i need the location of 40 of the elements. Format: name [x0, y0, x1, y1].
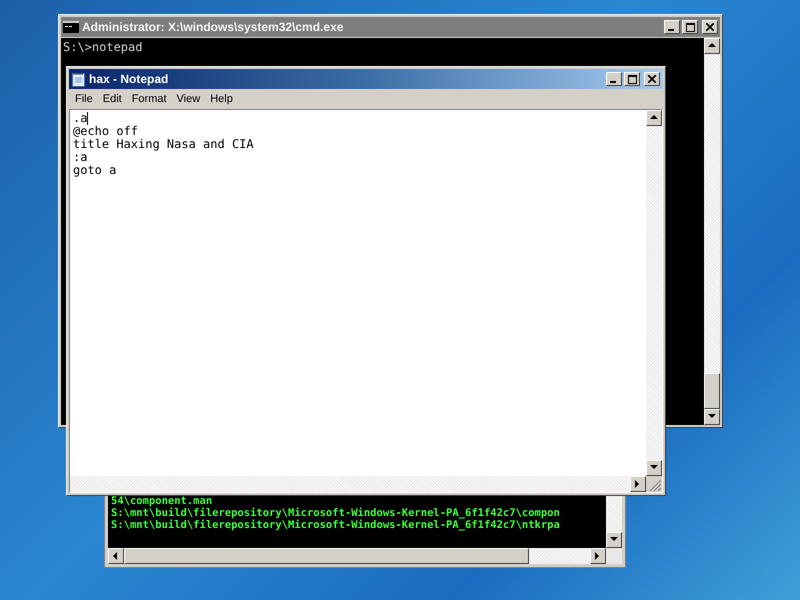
- menu-item[interactable]: File: [71, 90, 97, 108]
- scroll-down-button[interactable]: [646, 460, 662, 476]
- scroll-left-button[interactable]: [108, 548, 124, 564]
- scroll-right-button[interactable]: [630, 476, 646, 492]
- console-line: S:\mnt\build\filerepository\Microsoft-Windows-Kernel-PA_6f1f42c7\compon: [111, 507, 561, 519]
- text-line: title Haxing Nasa and CIA: [73, 138, 254, 151]
- text-line: .a: [73, 112, 88, 125]
- scroll-right-button[interactable]: [590, 548, 606, 564]
- console-line: S:\mnt\build\filerepository\Microsoft-Windows-Kernel-PA_6f1f42c7\ntkrpa: [111, 519, 561, 531]
- console-line: S:\>notepad: [63, 40, 144, 54]
- minimize-button[interactable]: [606, 72, 622, 86]
- scroll-down-button[interactable]: [704, 409, 720, 425]
- text-line: @echo off: [73, 125, 138, 138]
- close-button[interactable]: [644, 72, 660, 86]
- scroll-up-button[interactable]: [704, 38, 720, 54]
- scroll-thumb[interactable]: [704, 373, 720, 409]
- maximize-button[interactable]: [624, 72, 640, 86]
- scroll-down-button[interactable]: [606, 532, 622, 548]
- text-cursor: [87, 112, 88, 125]
- maximize-icon: [628, 74, 636, 84]
- menu-item[interactable]: Help: [206, 90, 237, 108]
- menu-item[interactable]: View: [172, 90, 204, 108]
- notepad-icon: [72, 72, 85, 86]
- window-title: Administrator: X:\windows\system32\cmd.exe: [82, 19, 344, 36]
- menu-item[interactable]: Format: [128, 90, 171, 108]
- close-button[interactable]: [702, 20, 718, 34]
- scroll-up-button[interactable]: [646, 110, 662, 126]
- minimize-button[interactable]: [664, 20, 680, 34]
- window-title: hax - Notepad: [89, 71, 170, 88]
- maximize-button[interactable]: [682, 20, 698, 34]
- console-icon: [63, 21, 79, 33]
- maximize-icon: [686, 22, 694, 32]
- close-icon: [706, 23, 714, 31]
- text-area[interactable]: .a @echo off title Haxing Nasa and CIA :a goto a: [70, 110, 646, 476]
- close-icon: [648, 75, 656, 83]
- scroll-thumb[interactable]: [124, 548, 529, 564]
- text-line: goto a: [73, 164, 116, 177]
- text-line: :a: [73, 151, 88, 164]
- menu-item[interactable]: Edit: [98, 90, 126, 108]
- console-line: 54\component.man: [111, 495, 214, 507]
